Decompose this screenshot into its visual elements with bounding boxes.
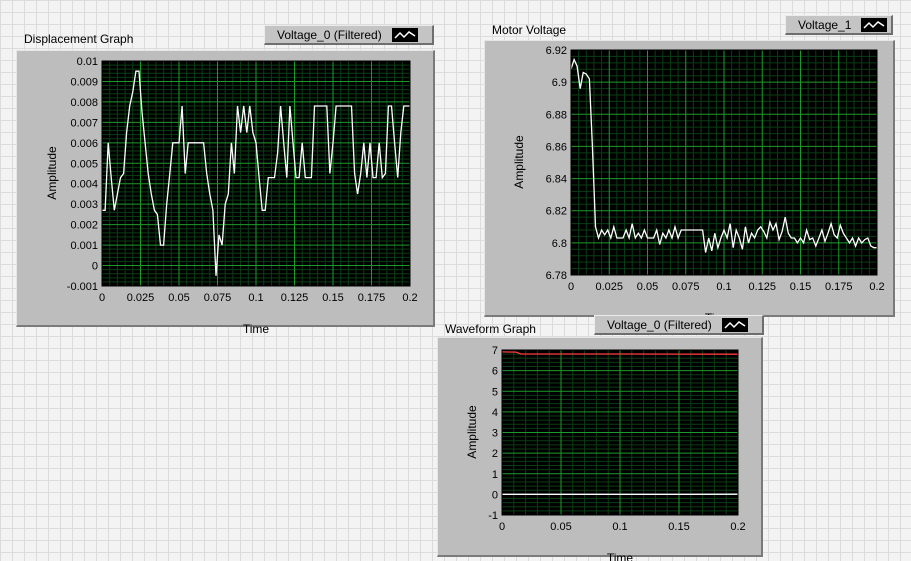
y-tick-label: 3	[492, 428, 498, 440]
y-tick-label: 2	[492, 448, 498, 460]
plot-area[interactable]: 0 0.05 0.1 0.15 0.2-101234567TimeAmplitude	[0, 0, 911, 561]
y-tick-label: 6	[492, 366, 498, 378]
y-axis-label: Amplitude	[465, 405, 479, 459]
x-tick-label: 0	[499, 521, 505, 533]
x-tick-label: 0.15	[668, 521, 689, 533]
y-tick-label: 5	[492, 386, 498, 398]
x-axis-label: Time	[607, 551, 634, 561]
y-tick-label: -1	[488, 510, 498, 522]
y-tick-label: 1	[492, 469, 498, 481]
x-tick-label: 0.1	[612, 521, 627, 533]
y-tick-label: 0	[492, 489, 498, 501]
x-tick-label: 0.2	[730, 521, 745, 533]
x-tick-label: 0.05	[550, 521, 571, 533]
y-tick-label: 7	[492, 345, 498, 357]
y-tick-label: 4	[492, 407, 498, 419]
